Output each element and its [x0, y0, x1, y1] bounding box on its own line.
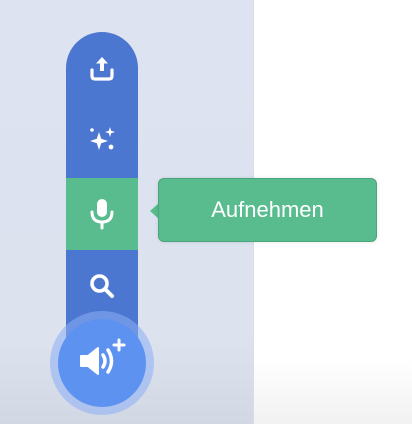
surprise-sound-button[interactable]	[66, 104, 138, 176]
record-tooltip: Aufnehmen	[158, 178, 377, 242]
add-sound-button[interactable]	[58, 319, 146, 407]
add-sound-menu	[66, 32, 138, 342]
search-icon	[87, 271, 117, 301]
upload-icon	[87, 53, 117, 83]
record-sound-button[interactable]	[66, 178, 138, 250]
surprise-sparkle-icon	[86, 124, 118, 156]
microphone-icon	[87, 197, 117, 231]
speaker-plus-icon	[76, 337, 128, 390]
tooltip-label: Aufnehmen	[211, 197, 324, 222]
upload-sound-button[interactable]	[66, 32, 138, 104]
sound-picker-area: Aufnehmen	[0, 0, 412, 424]
